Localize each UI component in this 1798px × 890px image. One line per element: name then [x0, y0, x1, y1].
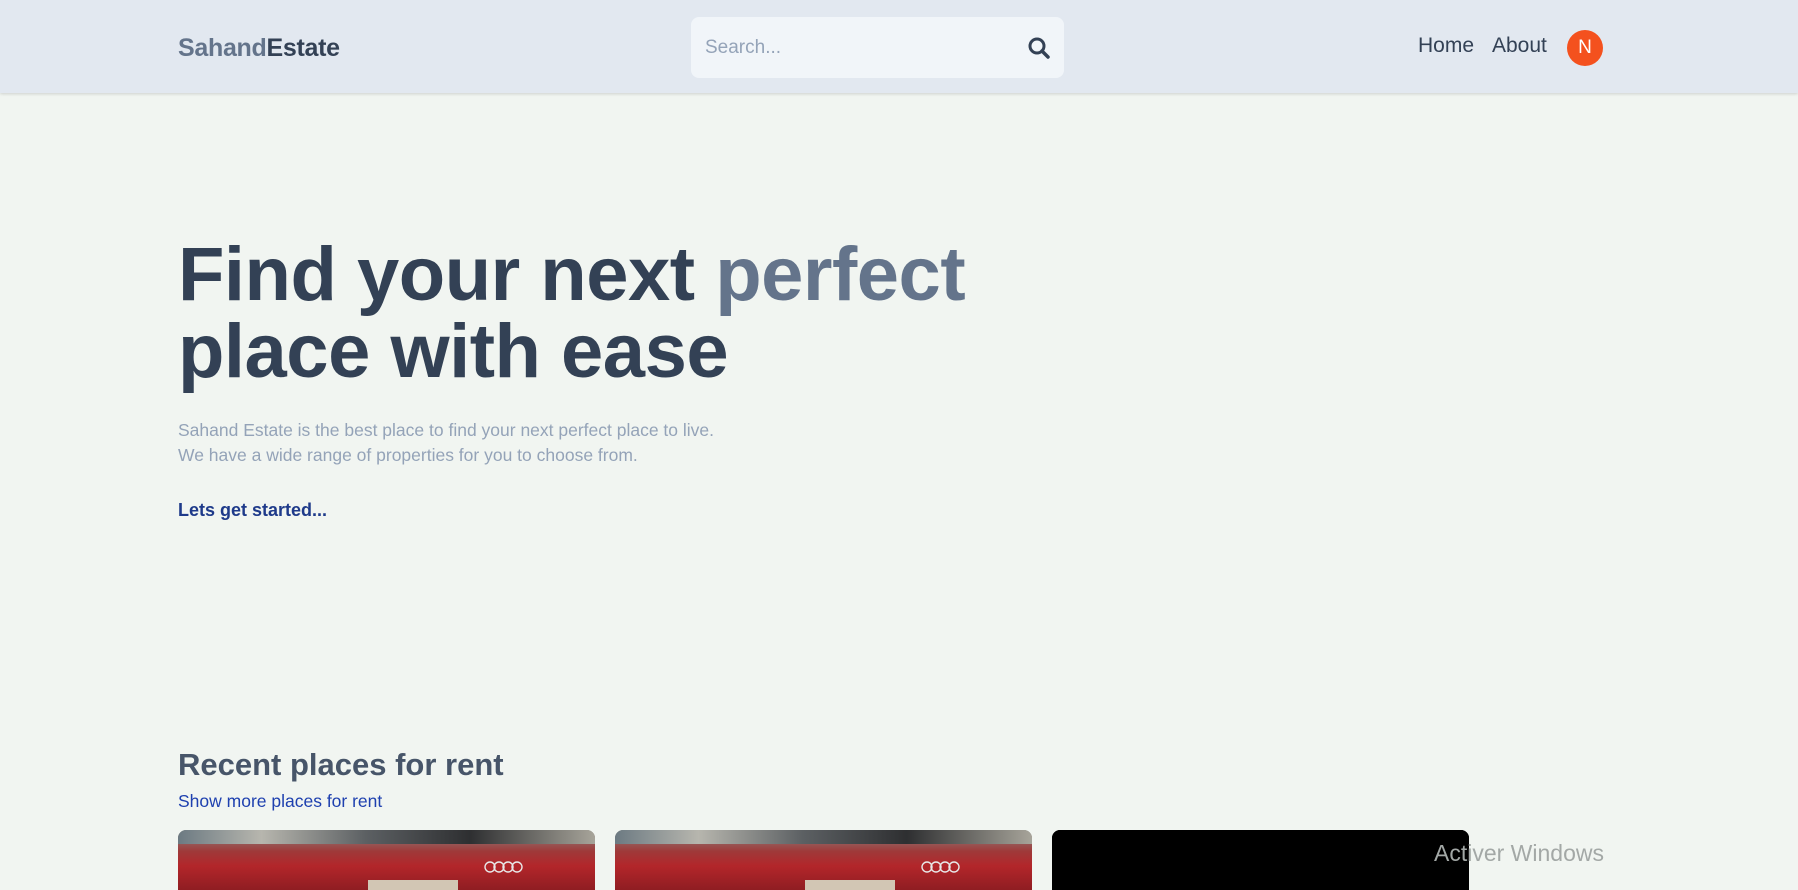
hero-description-line1: Sahand Estate is the best place to find …: [178, 420, 715, 440]
search-input[interactable]: [705, 17, 1005, 78]
navbar: SahandEstate Home About N: [0, 0, 1798, 93]
recent-rent-title: Recent places for rent: [178, 747, 504, 782]
hero-description: Sahand Estate is the best place to find …: [178, 418, 798, 468]
logo-part-estate: Estate: [266, 34, 341, 62]
listing-image-window: [615, 830, 1032, 844]
nav-home-link[interactable]: Home: [1418, 34, 1474, 58]
listing-card[interactable]: [178, 830, 595, 890]
nav-about-link[interactable]: About: [1492, 34, 1547, 58]
hero-title-accent: perfect: [715, 232, 966, 317]
hero-title: Find your next perfect place with ease: [178, 236, 1078, 390]
windows-activation-watermark: Activer Windows: [1434, 840, 1604, 866]
search-icon[interactable]: [1027, 36, 1051, 60]
listing-card[interactable]: [615, 830, 1032, 890]
listing-card[interactable]: [1052, 830, 1469, 890]
listing-image-window: [178, 830, 595, 844]
car-brand-logo: [921, 861, 960, 873]
listing-image-dark: [1052, 830, 1469, 890]
car-plate: [368, 880, 458, 890]
show-more-rent-link[interactable]: Show more places for rent: [178, 791, 382, 812]
logo[interactable]: SahandEstate: [178, 34, 340, 63]
hero-title-start: Find your next: [178, 232, 716, 317]
car-plate: [805, 880, 895, 890]
hero-title-line2: place with ease: [178, 309, 729, 394]
hero-description-line2: We have a wide range of properties for y…: [178, 445, 638, 465]
car-brand-logo: [484, 861, 523, 873]
get-started-link[interactable]: Lets get started...: [178, 500, 327, 521]
user-avatar[interactable]: N: [1567, 30, 1603, 66]
logo-part-sahand: Sahand: [178, 34, 267, 62]
search-box: [691, 17, 1064, 78]
